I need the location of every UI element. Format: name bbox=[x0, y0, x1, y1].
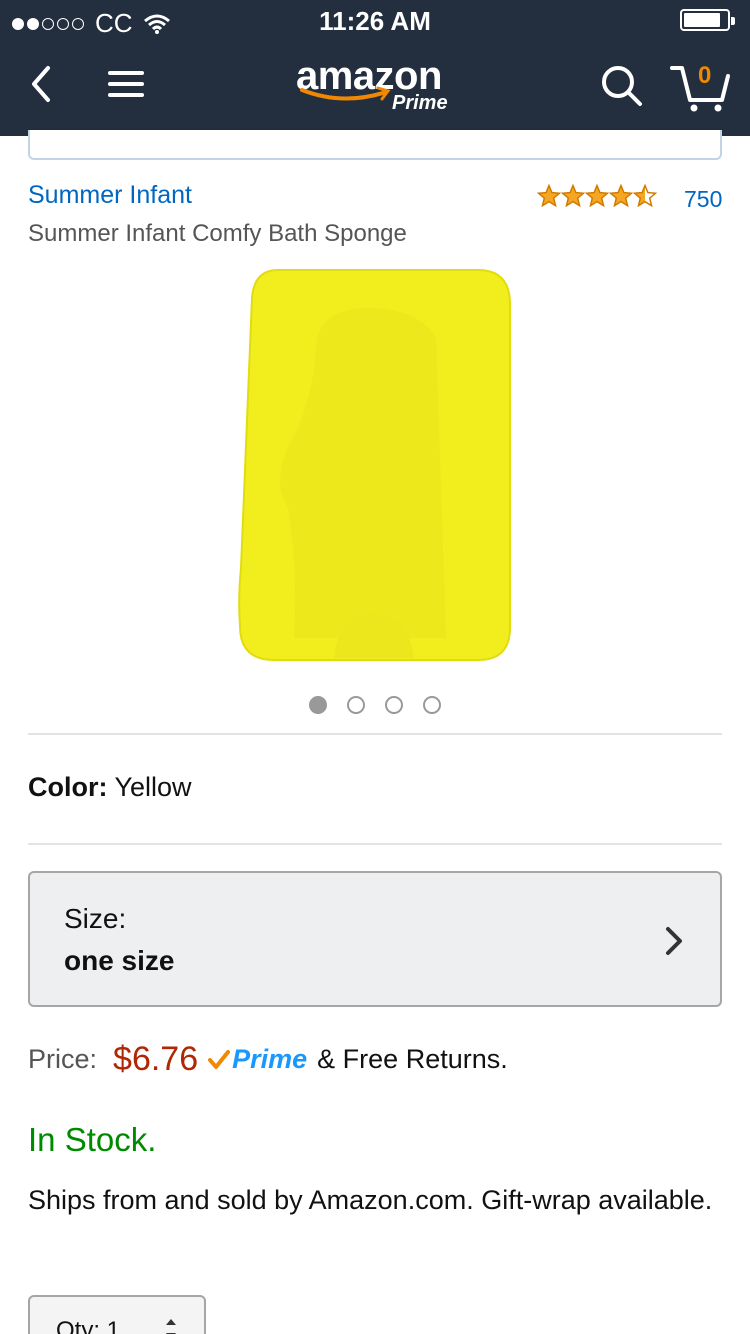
chevron-right-icon bbox=[666, 927, 682, 955]
prime-text: Prime bbox=[232, 1044, 308, 1074]
rating-stars[interactable] bbox=[537, 184, 657, 208]
price-value: $6.76 bbox=[113, 1040, 199, 1078]
status-bar: CC 11:26 AM bbox=[0, 0, 750, 40]
logo-prime-text: Prime bbox=[392, 92, 448, 114]
search-field-edge[interactable] bbox=[28, 130, 722, 160]
prime-badge: Prime bbox=[208, 1044, 307, 1075]
product-image[interactable] bbox=[238, 268, 514, 664]
size-selector[interactable]: Size: one size bbox=[28, 871, 722, 1007]
carousel-dot[interactable] bbox=[423, 696, 441, 714]
divider bbox=[28, 843, 722, 845]
carousel-dot[interactable] bbox=[347, 696, 365, 714]
quantity-label: Qty: 1 bbox=[56, 1317, 121, 1334]
star-icon bbox=[633, 184, 657, 208]
image-carousel-dots[interactable] bbox=[0, 696, 750, 714]
cart-button[interactable]: 0 bbox=[668, 60, 732, 116]
ships-from-text: Ships from and sold by Amazon.com. Gift-… bbox=[28, 1185, 713, 1215]
color-label: Color: bbox=[28, 772, 108, 802]
battery-icon bbox=[680, 9, 735, 31]
carousel-dot[interactable] bbox=[309, 696, 327, 714]
star-icon bbox=[537, 184, 561, 208]
prime-check-icon bbox=[208, 1049, 231, 1069]
free-returns-text: & Free Returns. bbox=[317, 1044, 508, 1074]
carousel-dot[interactable] bbox=[385, 696, 403, 714]
review-count-link[interactable]: 750 bbox=[684, 186, 722, 213]
back-chevron-icon[interactable] bbox=[22, 62, 66, 106]
nav-bar: amazon Prime 0 bbox=[0, 40, 750, 136]
color-value: Yellow bbox=[114, 772, 192, 802]
price-label: Price: bbox=[28, 1044, 98, 1074]
product-title: Summer Infant Comfy Bath Sponge bbox=[28, 220, 407, 247]
price-row: Price: $6.76 Prime & Free Returns. bbox=[28, 1040, 508, 1079]
star-icon bbox=[609, 184, 633, 208]
select-arrows-icon bbox=[166, 1319, 176, 1334]
clock: 11:26 AM bbox=[319, 6, 431, 36]
quantity-select[interactable]: Qty: 1 bbox=[28, 1295, 206, 1334]
search-icon[interactable] bbox=[598, 62, 646, 110]
size-label: Size: bbox=[64, 903, 127, 934]
logo-smile-icon bbox=[300, 86, 391, 101]
divider bbox=[28, 733, 722, 735]
size-value: one size bbox=[64, 945, 175, 976]
brand-link[interactable]: Summer Infant bbox=[28, 181, 192, 210]
menu-icon[interactable] bbox=[104, 62, 148, 106]
in-stock-status: In Stock. bbox=[28, 1121, 157, 1158]
color-selection: Color: Yellow bbox=[28, 772, 192, 803]
star-icon bbox=[585, 184, 609, 208]
amazon-prime-logo[interactable]: amazon Prime bbox=[296, 54, 456, 124]
battery-level bbox=[684, 13, 720, 27]
cart-count-badge: 0 bbox=[698, 62, 712, 89]
star-icon bbox=[561, 184, 585, 208]
